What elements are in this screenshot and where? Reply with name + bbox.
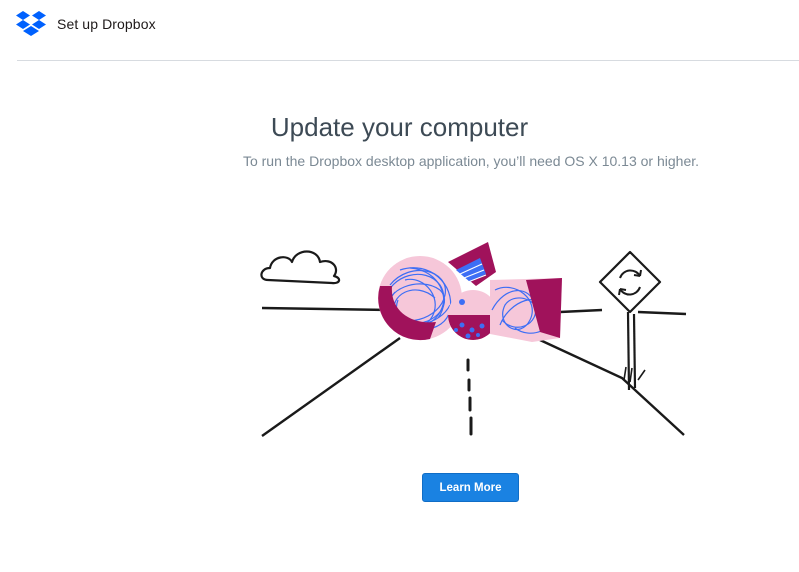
page-headline: Update your computer (270, 112, 529, 142)
road-update-illustration (260, 242, 687, 437)
page-subtext: To run the Dropbox desktop application, … (242, 153, 700, 169)
setup-window: Set up Dropbox Update your computer To r… (0, 0, 799, 572)
app-title: Set up Dropbox (57, 16, 156, 32)
learn-more-button[interactable]: Learn More (422, 473, 519, 502)
header-divider (17, 60, 799, 61)
update-sign-icon (598, 250, 662, 391)
cloud-icon (260, 250, 341, 285)
header-bar: Set up Dropbox (0, 0, 799, 60)
dropbox-logo-icon (16, 11, 46, 36)
